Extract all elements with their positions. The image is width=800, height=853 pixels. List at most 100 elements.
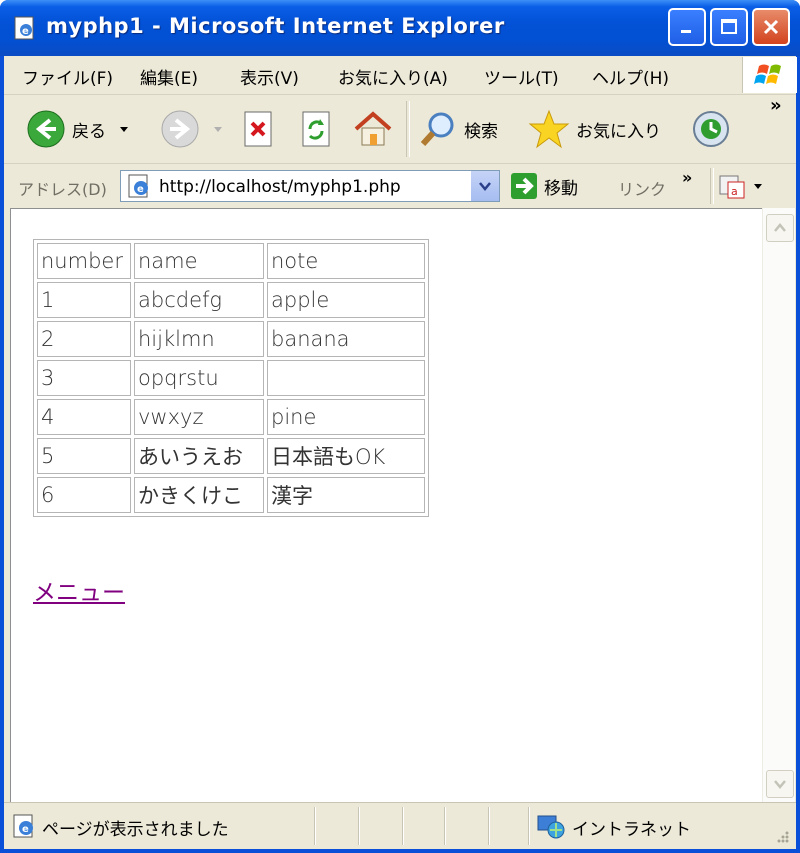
stop-button[interactable] — [240, 103, 278, 155]
address-input[interactable]: e http://localhost/myphp1.php — [120, 170, 500, 202]
menu-file[interactable]: ファイル(F) — [22, 64, 113, 89]
address-dropdown-button[interactable] — [471, 171, 499, 201]
toolbar-separator — [406, 101, 410, 157]
favorites-button[interactable]: お気に入り — [528, 103, 661, 155]
cell-name: hijklmn — [134, 321, 264, 357]
cell-name: opqrstu — [134, 360, 264, 396]
menu-view[interactable]: 表示(V) — [240, 64, 299, 89]
table-row: 5 あいうえお 日本語もOK — [37, 438, 425, 474]
intranet-globe-icon — [537, 815, 565, 839]
ie-page-icon: e — [14, 16, 34, 40]
star-icon — [528, 109, 570, 149]
history-icon — [693, 111, 729, 147]
cell-note: 漢字 — [267, 477, 425, 513]
stop-icon — [244, 111, 272, 147]
cell-number: 5 — [37, 438, 131, 474]
scroll-down-button[interactable] — [766, 770, 794, 798]
menu-edit[interactable]: 編集(E) — [140, 64, 198, 89]
menu-favorites[interactable]: お気に入り(A) — [338, 64, 448, 89]
table-row: 4 vwxyz pine — [37, 399, 425, 435]
cell-name: vwxyz — [134, 399, 264, 435]
cell-number: 2 — [37, 321, 131, 357]
scroll-up-button[interactable] — [766, 214, 794, 242]
menu-link[interactable]: メニュー — [33, 573, 125, 607]
menu-help[interactable]: ヘルプ(H) — [592, 64, 669, 89]
home-icon — [354, 111, 392, 146]
status-divider — [444, 807, 446, 845]
windows-logo-icon — [742, 57, 797, 93]
home-button[interactable] — [352, 103, 394, 155]
back-button[interactable]: 戻る — [26, 103, 132, 155]
go-label: 移動 — [544, 178, 578, 199]
page-content: number name note 1 abcdefg apple 2 hijklmn banan… — [10, 208, 763, 803]
refresh-button[interactable] — [298, 103, 336, 155]
data-table: number name note 1 abcdefg apple 2 hijklmn banan… — [33, 239, 429, 517]
maximize-icon — [721, 19, 737, 34]
status-divider — [358, 807, 360, 845]
chevron-up-icon — [774, 223, 786, 232]
favorites-label: お気に入り — [576, 121, 661, 142]
standard-toolbar: 戻る 検索 お気に入り » — [4, 95, 796, 164]
close-icon — [763, 19, 779, 35]
menu-bar: ファイル(F) 編集(E) 表示(V) お気に入り(A) ツール(T) ヘルプ(… — [4, 56, 797, 95]
search-icon — [420, 112, 454, 147]
cell-number: number — [37, 243, 131, 279]
cell-name: abcdefg — [134, 282, 264, 318]
history-button[interactable] — [690, 103, 732, 155]
cell-note: pine — [267, 399, 425, 435]
minimize-button[interactable] — [668, 8, 706, 46]
cell-name: かきくけこ — [134, 477, 264, 513]
links-overflow-chevron[interactable]: » — [682, 168, 692, 187]
status-divider — [314, 807, 316, 845]
address-bar: アドレス(D) e http://localhost/myphp1.php 移動… — [4, 164, 796, 208]
cell-name: name — [134, 243, 264, 279]
cell-number: 6 — [37, 477, 131, 513]
toolbar-overflow-chevron[interactable]: » — [770, 95, 782, 116]
table-row: 2 hijklmn banana — [37, 321, 425, 357]
cell-name: あいうえお — [134, 438, 264, 474]
table-header-row: number name note — [37, 243, 425, 279]
browser-window: e myphp1 - Microsoft Internet Explorer フ… — [0, 0, 800, 853]
status-divider — [528, 807, 530, 845]
cell-number: 4 — [37, 399, 131, 435]
title-bar[interactable]: e myphp1 - Microsoft Internet Explorer — [0, 0, 800, 56]
address-url: http://localhost/myphp1.php — [159, 177, 401, 197]
status-text: ページが表示されました — [42, 820, 229, 840]
forward-arrow-icon — [161, 110, 199, 148]
status-divider — [402, 807, 404, 845]
back-arrow-icon — [27, 110, 65, 148]
status-divider — [488, 807, 490, 845]
dropdown-arrow-icon[interactable] — [116, 121, 132, 137]
address-label: アドレス(D) — [18, 180, 107, 199]
ie-page-icon: e — [128, 174, 148, 198]
status-bar: e ページが表示されました イントラネット — [4, 802, 796, 850]
maximize-button[interactable] — [710, 8, 748, 46]
links-label[interactable]: リンク — [618, 176, 666, 200]
cell-number: 3 — [37, 360, 131, 396]
search-label: 検索 — [464, 121, 498, 142]
ie-page-icon: e — [13, 814, 33, 838]
cell-note: note — [267, 243, 425, 279]
menu-tools[interactable]: ツール(T) — [484, 64, 559, 89]
cell-note: banana — [267, 321, 425, 357]
cell-note: apple — [267, 282, 425, 318]
chevron-down-icon — [774, 780, 786, 789]
cell-note — [267, 360, 425, 396]
forward-button[interactable] — [160, 103, 226, 155]
go-button[interactable]: 移動 — [510, 172, 578, 200]
svg-text:e: e — [22, 26, 29, 37]
window-title: myphp1 - Microsoft Internet Explorer — [46, 14, 505, 38]
dropdown-arrow-icon[interactable] — [210, 121, 226, 137]
go-arrow-icon — [511, 173, 537, 199]
chevron-down-icon — [479, 182, 491, 191]
security-zone[interactable]: イントラネット — [536, 813, 691, 841]
dropdown-arrow-icon — [754, 184, 762, 189]
search-button[interactable]: 検索 — [418, 103, 498, 155]
resize-grip-icon[interactable] — [774, 828, 790, 844]
table-row: 6 かきくけこ 漢字 — [37, 477, 425, 513]
close-button[interactable] — [752, 8, 790, 46]
translate-button[interactable]: a — [718, 172, 764, 200]
address-separator — [710, 168, 714, 204]
vertical-scrollbar[interactable] — [762, 208, 795, 802]
svg-text:e: e — [137, 184, 144, 195]
